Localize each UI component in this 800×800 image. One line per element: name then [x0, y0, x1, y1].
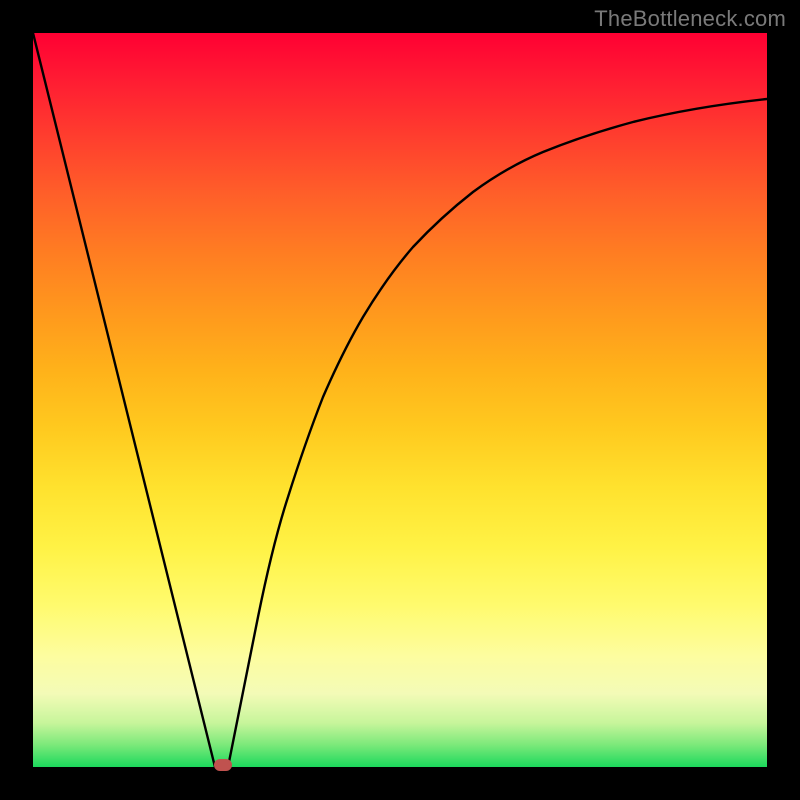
curve-right-segment: [228, 99, 767, 767]
optimum-marker: [214, 759, 232, 771]
plot-area: [33, 33, 767, 767]
watermark-text: TheBottleneck.com: [594, 6, 786, 32]
chart-curve: [33, 33, 767, 767]
chart-frame: TheBottleneck.com: [0, 0, 800, 800]
curve-left-segment: [33, 33, 215, 767]
